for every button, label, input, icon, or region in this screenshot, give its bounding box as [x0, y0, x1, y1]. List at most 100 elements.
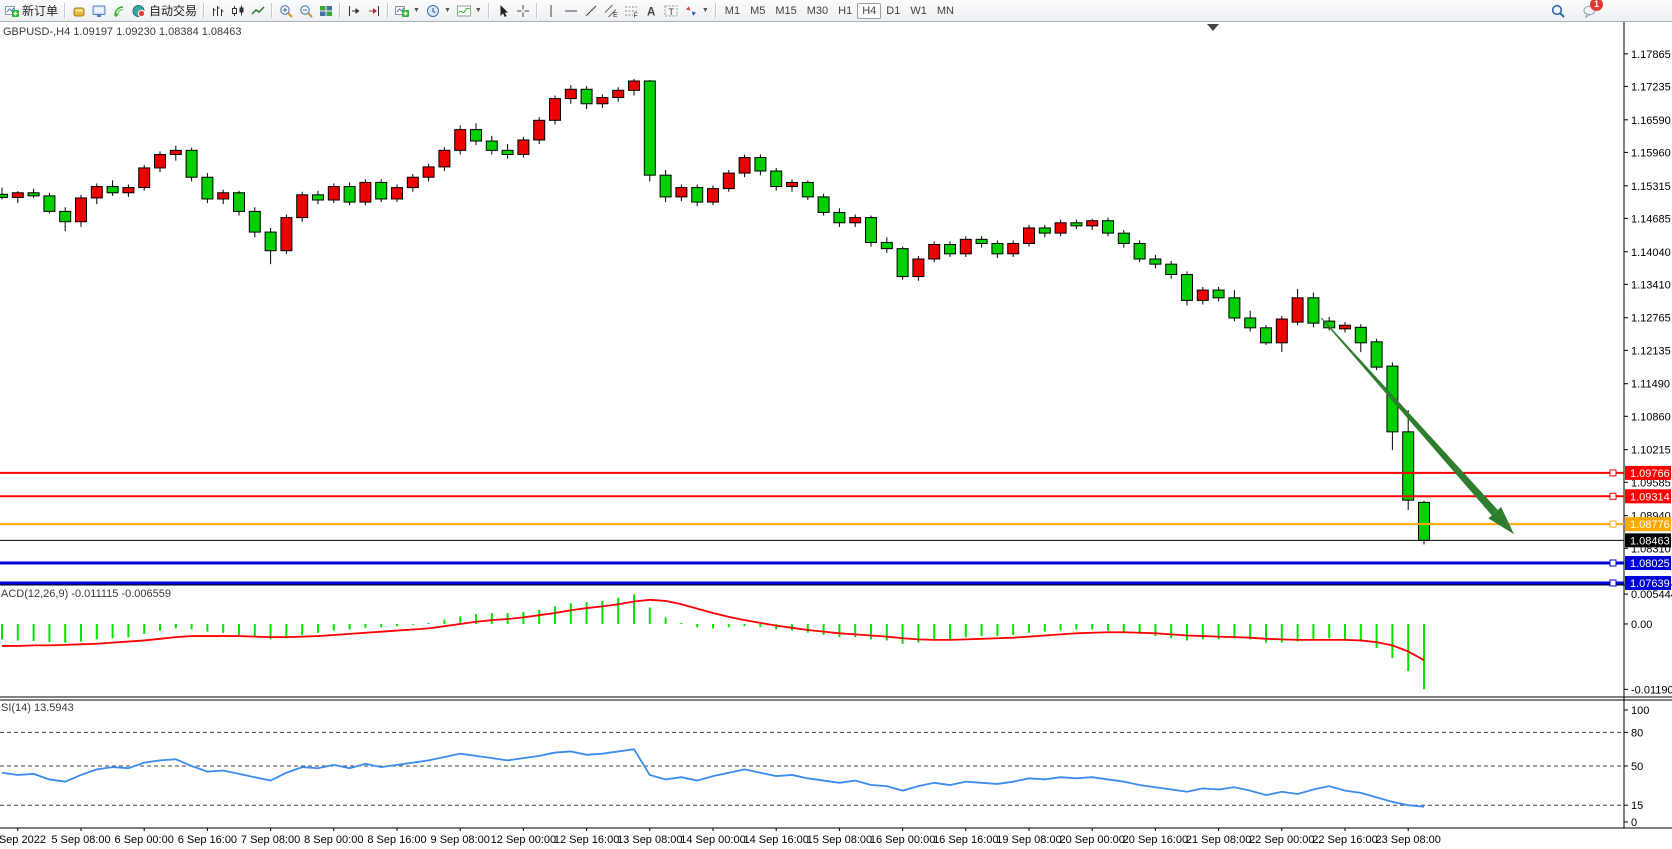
svg-text:0.005444: 0.005444 [1631, 589, 1672, 601]
text-label-button[interactable]: T [661, 1, 681, 21]
timeframe-m5-button[interactable]: M5 [745, 3, 770, 19]
svg-text:6 Sep 00:00: 6 Sep 00:00 [115, 834, 174, 846]
auto-scroll-button[interactable] [344, 1, 364, 21]
horizontal-line-button[interactable] [561, 1, 581, 21]
equidistant-channel-button[interactable]: E [601, 1, 621, 21]
candlestick-series [0, 79, 1430, 545]
notifications-button[interactable]: 1 [1580, 1, 1600, 21]
bar-chart-button[interactable] [208, 1, 228, 21]
market-button[interactable] [69, 1, 89, 21]
zoom-out-button[interactable] [296, 1, 316, 21]
toolbar-separator [271, 3, 273, 18]
macd-signal-line [2, 600, 1424, 660]
time-axis[interactable]: 2 Sep 20225 Sep 08:006 Sep 00:006 Sep 16… [0, 828, 1441, 846]
cursor-button[interactable] [493, 1, 513, 21]
svg-text:100: 100 [1631, 705, 1649, 717]
line-marker[interactable] [1610, 521, 1616, 527]
line-marker[interactable] [1610, 560, 1616, 566]
chart-canvas[interactable]: 1.178651.172351.165901.159601.153151.146… [0, 22, 1672, 849]
svg-text:1.13410: 1.13410 [1631, 279, 1671, 291]
line-marker[interactable] [1610, 580, 1616, 586]
tline-icon [584, 4, 598, 18]
macd-pane[interactable]: 0.005444 0.00 -0.011903 [2, 589, 1672, 696]
svg-text:1.08463: 1.08463 [1630, 535, 1670, 547]
line-chart-button[interactable] [248, 1, 268, 21]
rsi-indicator-label: SI(14) 13.5943 [1, 702, 74, 714]
chart-plus-icon [5, 4, 19, 18]
svg-text:13 Sep 08:00: 13 Sep 08:00 [617, 834, 682, 846]
svg-text:7 Sep 08:00: 7 Sep 08:00 [241, 834, 300, 846]
zoom-out-icon [299, 4, 313, 18]
svg-text:1.17235: 1.17235 [1631, 81, 1671, 93]
timeframe-m30-button[interactable]: M30 [802, 3, 833, 19]
text-button[interactable]: A [641, 1, 661, 21]
toolbar-separator [536, 3, 538, 18]
svg-text:14 Sep 00:00: 14 Sep 00:00 [680, 834, 745, 846]
tile-windows-button[interactable] [316, 1, 336, 21]
horizontal-price-lines[interactable] [0, 470, 1624, 586]
crosshair-button[interactable] [513, 1, 533, 21]
signal-icon [112, 4, 126, 18]
chart-plus-icon [395, 4, 409, 18]
rsi-pane[interactable]: 1008050150 [2, 705, 1649, 829]
timeframe-m1-button[interactable]: M1 [720, 3, 745, 19]
svg-text:1.12135: 1.12135 [1631, 345, 1671, 357]
new-order-button[interactable]: 新订单 [2, 1, 61, 21]
svg-text:15: 15 [1631, 800, 1643, 812]
timeframe-h1-button[interactable]: H1 [833, 3, 857, 19]
indicators-dropdown[interactable]: ▼ [454, 1, 485, 21]
timeframe-h4-button[interactable]: H4 [857, 3, 881, 19]
fibo-icon: F [624, 4, 638, 18]
svg-text:1.15315: 1.15315 [1631, 181, 1671, 193]
autotrade-icon [132, 4, 146, 18]
chevron-down-icon: ▼ [702, 7, 709, 14]
timeframe-mn-button[interactable]: MN [932, 3, 959, 19]
timeframe-m15-button[interactable]: M15 [770, 3, 801, 19]
auto-trading-button[interactable]: 自动交易 [129, 1, 200, 21]
svg-text:5 Sep 08:00: 5 Sep 08:00 [51, 834, 110, 846]
profiles-dropdown[interactable]: ▼ [423, 1, 454, 21]
signals-button[interactable] [109, 1, 129, 21]
candles-icon [231, 4, 245, 18]
trend-arrow[interactable] [1321, 318, 1514, 535]
timeframe-w1-button[interactable]: W1 [905, 3, 932, 19]
chart-shift-button[interactable] [364, 1, 384, 21]
line-marker[interactable] [1610, 493, 1616, 499]
svg-text:-0.011903: -0.011903 [1631, 684, 1672, 696]
arrows-dropdown[interactable]: ▼ [681, 1, 712, 21]
timeframe-d1-button[interactable]: D1 [881, 3, 905, 19]
fibonacci-button[interactable]: F [621, 1, 641, 21]
svg-text:15 Sep 08:00: 15 Sep 08:00 [807, 834, 872, 846]
toolbar-separator [203, 3, 205, 18]
price-axis[interactable]: 1.178651.172351.165901.159601.153151.146… [1624, 49, 1671, 590]
svg-text:1.08776: 1.08776 [1630, 519, 1670, 531]
line-icon [251, 4, 265, 18]
bars-icon [211, 4, 225, 18]
svg-text:1.09766: 1.09766 [1630, 468, 1670, 480]
svg-text:9 Sep 08:00: 9 Sep 08:00 [431, 834, 490, 846]
svg-text:22 Sep 16:00: 22 Sep 16:00 [1312, 834, 1377, 846]
search-button[interactable] [1548, 1, 1568, 21]
svg-text:16 Sep 16:00: 16 Sep 16:00 [933, 834, 998, 846]
vertical-line-button[interactable] [541, 1, 561, 21]
candlestick-chart-button[interactable] [228, 1, 248, 21]
svg-text:1.12765: 1.12765 [1631, 313, 1671, 325]
charts-button[interactable] [89, 1, 109, 21]
zoom-in-button[interactable] [276, 1, 296, 21]
svg-text:23 Sep 08:00: 23 Sep 08:00 [1375, 834, 1440, 846]
svg-text:1.15960: 1.15960 [1631, 147, 1671, 159]
svg-text:1.11490: 1.11490 [1631, 379, 1670, 391]
svg-text:1.10860: 1.10860 [1631, 411, 1671, 423]
chevron-down-icon: ▼ [413, 7, 420, 14]
line-marker[interactable] [1610, 470, 1616, 476]
trendline-button[interactable] [581, 1, 601, 21]
svg-text:20 Sep 00:00: 20 Sep 00:00 [1059, 834, 1124, 846]
shift-icon [347, 4, 361, 18]
vline-icon [544, 4, 558, 18]
chart-shift-marker[interactable] [1207, 24, 1219, 31]
svg-text:12 Sep 00:00: 12 Sep 00:00 [491, 834, 556, 846]
svg-text:0.00: 0.00 [1631, 619, 1652, 631]
svg-text:16 Sep 00:00: 16 Sep 00:00 [870, 834, 935, 846]
new-chart-dropdown[interactable]: ▼ [392, 1, 423, 21]
svg-text:1.08025: 1.08025 [1630, 558, 1670, 570]
